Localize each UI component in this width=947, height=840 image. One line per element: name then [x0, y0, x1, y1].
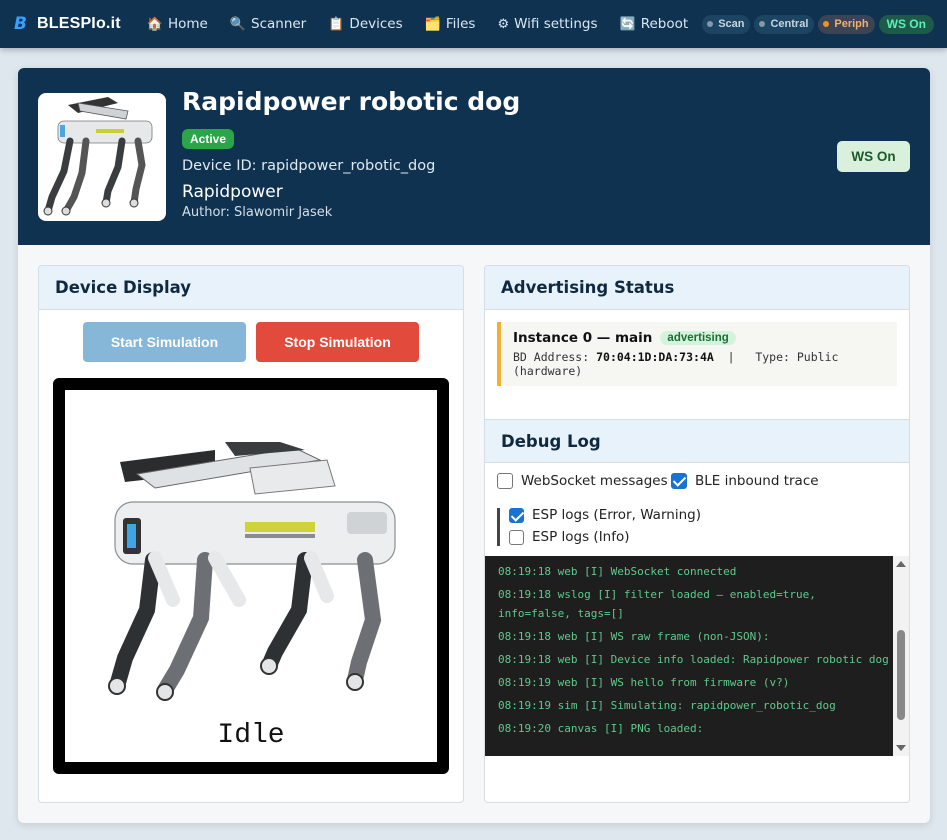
esp-logs-info-label: ESP logs (Info) — [532, 529, 630, 545]
log-line: 08:19:18 web [I] WS raw frame (non-JSON)… — [498, 630, 770, 643]
status-panel: Advertising Status Instance 0 — main adv… — [484, 265, 910, 803]
instance-title-row: Instance 0 — main advertising — [513, 330, 897, 346]
device-vendor: Rapidpower — [182, 182, 283, 202]
log-scrollbar[interactable] — [893, 556, 909, 756]
websocket-messages-option[interactable]: WebSocket messages — [497, 473, 668, 489]
home-icon: 🏠 — [146, 16, 163, 32]
log-line: 08:19:19 sim [I] Simulating: rapidpower_… — [498, 699, 836, 712]
bd-address-value: 70:04:1D:DA:73:4A — [596, 350, 714, 364]
scan-status-pill: Scan — [702, 14, 751, 34]
scan-status-dot-icon — [707, 21, 714, 27]
scan-status-label: Scan — [718, 18, 745, 30]
periph-status-label: Periph — [834, 18, 869, 30]
central-status-dot-icon — [759, 21, 766, 27]
esp-logs-info-checkbox[interactable] — [509, 529, 524, 545]
esp-logs-error-label: ESP logs (Error, Warning) — [532, 507, 701, 523]
instance-details: BD Address: 70:04:1D:DA:73:4A | Type: Pu… — [513, 350, 897, 378]
log-line: 08:19:18 web [I] WebSocket connected — [498, 565, 737, 578]
nav-files-label: Files — [445, 16, 476, 32]
periph-status-dot-icon — [823, 21, 830, 27]
esp-logs-error-checkbox[interactable] — [509, 507, 524, 523]
nav-devices-label: Devices — [349, 16, 403, 32]
devices-icon: 📋 — [328, 16, 345, 32]
advertising-badge: advertising — [660, 331, 736, 345]
ble-inbound-trace-checkbox[interactable] — [671, 473, 687, 489]
central-status-label: Central — [770, 18, 809, 30]
brand[interactable]: B BLESPIo.it — [14, 14, 121, 34]
device-display-panel: Device Display Start Simulation Stop Sim… — [38, 265, 464, 803]
nav-reboot-label: Reboot — [640, 16, 689, 32]
stop-simulation-button[interactable]: Stop Simulation — [256, 322, 419, 362]
ble-inbound-trace-label: BLE inbound trace — [695, 473, 819, 489]
device-thumbnail — [38, 93, 166, 221]
ble-inbound-trace-option[interactable]: BLE inbound trace — [671, 473, 819, 489]
websocket-messages-label: WebSocket messages — [521, 473, 668, 489]
nav-home-label: Home — [167, 16, 208, 32]
debug-log-output[interactable]: 08:19:18 web [I] WebSocket connected 08:1… — [485, 556, 909, 756]
advertising-status-heading: Advertising Status — [485, 266, 909, 310]
scrollbar-thumb[interactable] — [897, 630, 905, 720]
device-display-heading: Device Display — [39, 266, 463, 310]
wifi-settings-icon: ⚙ — [497, 16, 510, 32]
device-screen-status: Idle — [217, 720, 285, 751]
ws-toggle-button[interactable]: WS On — [837, 141, 910, 172]
nav-scanner[interactable]: 🔍 Scanner — [230, 16, 306, 32]
device-screen-frame: Idle — [53, 378, 449, 774]
nav-home[interactable]: 🏠 Home — [147, 16, 208, 32]
device-author: Author: Slawomir Jasek — [182, 205, 333, 220]
brand-name: BLESPIo.it — [36, 15, 121, 32]
files-icon: 🗂️ — [424, 16, 441, 32]
robot-dog-image — [108, 442, 396, 701]
device-card: Rapidpower robotic dog Active Device ID:… — [18, 68, 930, 823]
device-screen: Idle — [65, 390, 437, 762]
periph-status-pill: Periph — [818, 14, 875, 34]
ws-status-pill: WS On — [878, 14, 934, 34]
nav-wifi-settings-label: Wifi settings — [514, 16, 598, 32]
scroll-up-icon[interactable] — [896, 561, 906, 567]
scroll-down-icon[interactable] — [896, 745, 906, 751]
top-navbar: B BLESPIo.it 🏠 Home 🔍 Scanner 📋 Devices 🗂️ File… — [0, 0, 947, 48]
status-badge: Active — [182, 129, 235, 149]
bluetooth-logo-icon: B — [14, 14, 27, 34]
esp-logs-group-bar — [497, 508, 500, 546]
nav-reboot[interactable]: 🔄 Reboot — [620, 16, 689, 32]
nav-devices[interactable]: 📋 Devices — [328, 16, 402, 32]
nav-wifi-settings[interactable]: ⚙ Wifi settings — [497, 16, 597, 32]
esp-logs-error-option[interactable]: ESP logs (Error, Warning) — [509, 507, 701, 523]
instance-title: Instance 0 — main — [513, 330, 653, 346]
log-lines: 08:19:18 web [I] WebSocket connected 08:1… — [498, 562, 890, 742]
robot-dog-thumbnail-image — [43, 97, 153, 216]
advertising-instance-card: Instance 0 — main advertising BD Address… — [497, 322, 897, 386]
esp-logs-info-option[interactable]: ESP logs (Info) — [509, 529, 630, 545]
nav-menu: 🏠 Home 🔍 Scanner 📋 Devices 🗂️ Files ⚙ Wifi settin… — [135, 16, 698, 32]
device-title: Rapidpower robotic dog — [182, 87, 521, 116]
device-header: Rapidpower robotic dog Active Device ID:… — [18, 68, 930, 245]
debug-log-heading: Debug Log — [485, 419, 909, 463]
nav-scanner-label: Scanner — [251, 16, 307, 32]
device-id: Device ID: rapidpower_robotic_dog — [182, 158, 436, 174]
log-line: 08:19:18 wslog [I] filter loaded — enabl… — [498, 588, 816, 620]
log-line: 08:19:20 canvas [I] PNG loaded: — [498, 722, 704, 735]
websocket-messages-checkbox[interactable] — [497, 473, 513, 489]
status-pills: Scan Central Periph WS On — [698, 14, 934, 34]
log-line: 08:19:19 web [I] WS hello from firmware … — [498, 676, 790, 689]
bd-address-label: BD Address: — [513, 350, 597, 364]
start-simulation-button[interactable]: Start Simulation — [83, 322, 246, 362]
nav-files[interactable]: 🗂️ Files — [425, 16, 476, 32]
reboot-icon: 🔄 — [619, 16, 636, 32]
scanner-icon: 🔍 — [229, 16, 246, 32]
log-line: 08:19:18 web [I] Device info loaded: Rap… — [498, 653, 889, 666]
central-status-pill: Central — [754, 14, 815, 34]
